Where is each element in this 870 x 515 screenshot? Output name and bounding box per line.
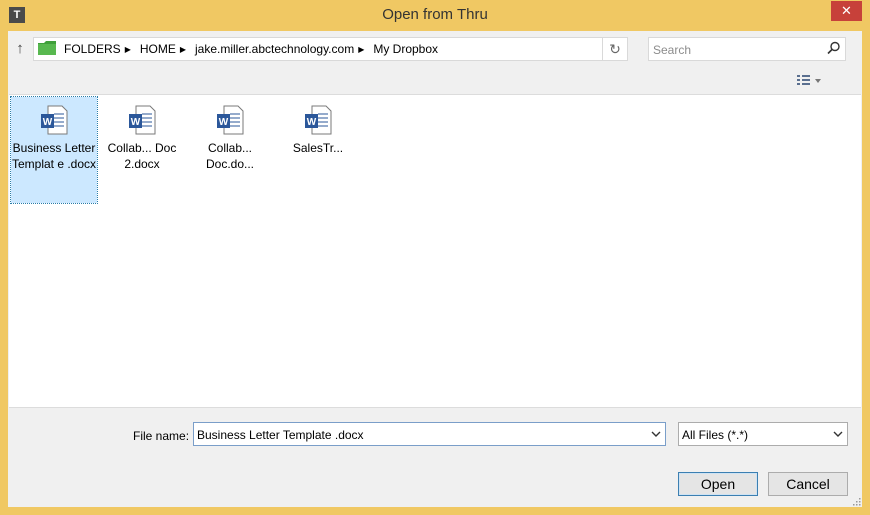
breadcrumb-item-my-dropbox[interactable]: My Dropbox xyxy=(373,42,438,56)
svg-text:W: W xyxy=(131,117,141,128)
chevron-right-icon[interactable]: ▶ xyxy=(180,45,186,54)
cancel-button[interactable]: Cancel xyxy=(768,472,848,496)
file-name-label: File name: xyxy=(133,429,190,443)
file-name-value: Business Letter Template .docx xyxy=(197,428,364,442)
address-bar[interactable]: FOLDERS ▶ HOME ▶ jake.miller.abctechnology.c… xyxy=(33,37,603,61)
dialog-body: ↑ FOLDERS ▶ HOME ▶ jake.miller.abctechnology… xyxy=(8,31,862,507)
chevron-down-icon[interactable] xyxy=(650,428,662,440)
file-item-collab-doc-2[interactable]: W Collab... Doc 2.docx xyxy=(99,97,185,172)
svg-text:W: W xyxy=(219,117,229,128)
folder-icon xyxy=(38,41,56,55)
breadcrumb-item-home[interactable]: HOME xyxy=(140,42,176,56)
refresh-button[interactable]: ↻ xyxy=(602,37,628,61)
chevron-down-icon[interactable] xyxy=(832,428,844,440)
search-icon[interactable] xyxy=(827,41,841,55)
file-item-collab-doc[interactable]: W Collab... Doc.do... xyxy=(187,97,273,172)
file-name-label: Collab... Doc.do... xyxy=(205,141,255,171)
file-name-label: Business Letter Templat e .docx xyxy=(11,141,97,171)
chevron-right-icon[interactable]: ▶ xyxy=(358,45,364,54)
file-type-value: All Files (*.*) xyxy=(682,428,749,442)
close-button[interactable]: ✕ xyxy=(831,1,862,21)
title-bar: T Open from Thru ✕ xyxy=(0,0,870,30)
svg-text:W: W xyxy=(307,117,317,128)
details-view-icon[interactable] xyxy=(795,73,825,89)
open-dialog-window: T Open from Thru ✕ ↑ FOLDERS ▶ HOME ▶ jake.m… xyxy=(0,0,870,515)
file-name-field[interactable]: Business Letter Template .docx xyxy=(193,422,666,446)
word-document-icon: W xyxy=(129,105,156,135)
file-item-sales[interactable]: W SalesTr... xyxy=(275,97,361,156)
breadcrumb-item-account[interactable]: jake.miller.abctechnology.com xyxy=(195,42,354,56)
word-document-icon: W xyxy=(217,105,244,135)
window-title: Open from Thru xyxy=(382,6,488,23)
breadcrumb: FOLDERS ▶ HOME ▶ jake.miller.abctechnology.c… xyxy=(64,42,442,56)
search-input[interactable]: Search xyxy=(648,37,846,61)
word-document-icon: W xyxy=(305,105,332,135)
file-item-business-letter-template[interactable]: W Business Letter Templat e .docx xyxy=(10,96,98,204)
breadcrumb-item-folders[interactable]: FOLDERS xyxy=(64,42,121,56)
up-arrow-icon[interactable]: ↑ xyxy=(12,39,28,59)
file-name-label: SalesTr... xyxy=(292,141,344,155)
svg-text:W: W xyxy=(43,117,53,128)
file-list[interactable]: W Business Letter Templat e .docx W Coll… xyxy=(9,94,861,408)
open-button[interactable]: Open xyxy=(678,472,758,496)
resize-grip-icon[interactable] xyxy=(851,496,861,506)
file-type-select[interactable]: All Files (*.*) xyxy=(678,422,848,446)
file-name-label: Collab... Doc 2.docx xyxy=(107,141,177,171)
search-placeholder: Search xyxy=(653,43,692,57)
chevron-right-icon[interactable]: ▶ xyxy=(125,45,131,54)
word-document-icon: W xyxy=(41,105,68,135)
